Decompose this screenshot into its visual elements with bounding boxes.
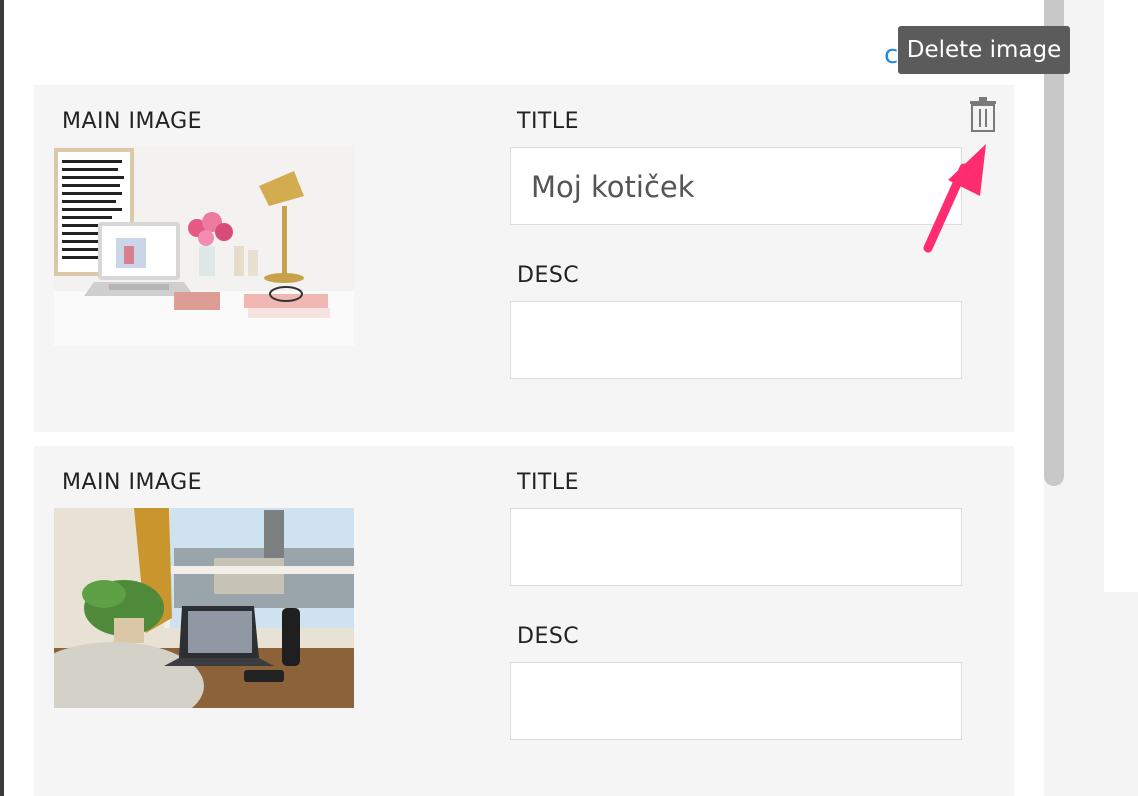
title-input[interactable] xyxy=(510,508,962,586)
image-card: MAIN IMAGE xyxy=(34,85,1014,432)
title-label: TITLE xyxy=(517,109,580,134)
delete-image-tooltip: Delete image xyxy=(898,26,1070,74)
title-input[interactable]: Moj kotiček xyxy=(510,147,962,225)
main-image-label: MAIN IMAGE xyxy=(62,470,203,495)
trash-icon[interactable] xyxy=(968,95,998,135)
desc-label: DESC xyxy=(517,263,580,288)
image-card: MAIN IMAGE xyxy=(34,446,1014,796)
partial-link[interactable]: c xyxy=(884,40,898,70)
desc-input[interactable] xyxy=(510,301,962,379)
main-image-thumbnail[interactable] xyxy=(54,146,354,346)
annotation-arrow xyxy=(920,140,1000,260)
desc-input[interactable] xyxy=(510,662,962,740)
title-label: TITLE xyxy=(517,470,580,495)
main-image-label: MAIN IMAGE xyxy=(62,109,203,134)
right-panel xyxy=(1064,0,1138,796)
main-image-thumbnail[interactable] xyxy=(54,508,354,708)
right-panel-column xyxy=(1104,0,1138,592)
desc-label: DESC xyxy=(517,624,580,649)
